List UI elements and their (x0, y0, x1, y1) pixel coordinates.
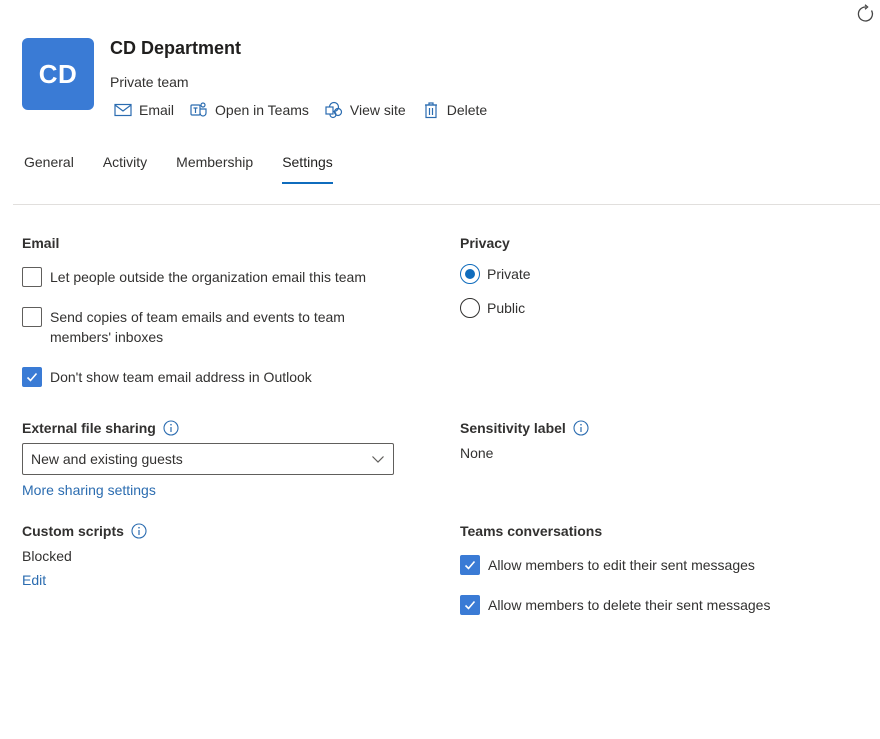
hide-email-checkbox-row[interactable]: Don't show team email address in Outlook (22, 367, 312, 387)
email-action-label: Email (139, 102, 175, 118)
allow-edit-label: Allow members to edit their sent message… (488, 557, 755, 573)
email-section-title: Email (22, 235, 60, 251)
external-sharing-value: New and existing guests (31, 451, 183, 467)
tab-settings[interactable]: Settings (282, 152, 333, 184)
private-radio[interactable] (460, 264, 480, 284)
email-action-button[interactable]: Email (114, 101, 174, 119)
checkmark-icon (464, 600, 476, 610)
hide-email-label: Don't show team email address in Outlook (50, 369, 312, 385)
tab-activity[interactable]: Activity (103, 152, 147, 184)
teams-conversations-section-label: Teams conversations (460, 523, 602, 539)
email-outside-checkbox-row[interactable]: Let people outside the organization emai… (22, 267, 366, 287)
custom-scripts-title: Custom scripts (22, 523, 124, 539)
external-sharing-section-label: External file sharing (22, 420, 179, 436)
delete-label: Delete (446, 102, 488, 118)
delete-button[interactable]: Delete (422, 101, 487, 119)
custom-scripts-value: Blocked (22, 548, 72, 564)
email-outside-checkbox[interactable] (22, 267, 42, 287)
mail-icon (114, 101, 132, 119)
external-sharing-title: External file sharing (22, 420, 156, 436)
tab-divider (13, 204, 880, 205)
checkmark-icon (464, 560, 476, 570)
email-outside-label: Let people outside the organization emai… (50, 269, 366, 285)
send-copies-checkbox[interactable] (22, 307, 42, 327)
allow-delete-checkbox[interactable] (460, 595, 480, 615)
private-radio-label: Private (487, 266, 531, 282)
public-radio[interactable] (460, 298, 480, 318)
send-copies-checkbox-row[interactable]: Send copies of team emails and events to… (22, 307, 382, 347)
tab-general[interactable]: General (24, 152, 74, 184)
open-in-teams-button[interactable]: Open in Teams (190, 101, 309, 119)
public-radio-label: Public (487, 300, 526, 316)
sensitivity-value: None (460, 445, 494, 461)
info-icon[interactable] (131, 523, 147, 539)
more-sharing-settings-link[interactable]: More sharing settings (22, 482, 156, 498)
teams-conversations-title: Teams conversations (460, 523, 603, 539)
custom-scripts-section-label: Custom scripts (22, 523, 147, 539)
tab-bar: General Activity Membership Settings (24, 152, 362, 184)
open-in-teams-label: Open in Teams (215, 102, 309, 118)
sharepoint-icon (325, 101, 343, 119)
allow-edit-checkbox[interactable] (460, 555, 480, 575)
send-copies-label: Send copies of team emails and events to… (50, 309, 345, 345)
hide-email-checkbox[interactable] (22, 367, 42, 387)
chevron-down-icon (372, 456, 384, 463)
tab-membership[interactable]: Membership (176, 152, 253, 184)
privacy-section-title: Privacy (460, 235, 510, 251)
allow-delete-label: Allow members to delete their sent messa… (488, 597, 771, 613)
allow-delete-checkbox-row[interactable]: Allow members to delete their sent messa… (460, 595, 770, 615)
privacy-section-label: Privacy (460, 235, 510, 251)
team-title: CD Department (110, 38, 242, 58)
allow-edit-checkbox-row[interactable]: Allow members to edit their sent message… (460, 555, 755, 575)
checkmark-icon (26, 372, 38, 382)
team-subtitle: Private team (110, 74, 189, 90)
info-icon[interactable] (163, 420, 179, 436)
sensitivity-section-label: Sensitivity label (460, 420, 589, 436)
view-site-label: View site (349, 102, 406, 118)
privacy-private-option[interactable]: Private (460, 264, 531, 284)
header-actions: Email Open in Teams View site Delete (114, 100, 503, 120)
trash-icon (422, 101, 440, 119)
info-icon[interactable] (573, 420, 589, 436)
team-avatar: CD (22, 38, 94, 110)
sensitivity-title: Sensitivity label (460, 420, 566, 436)
teams-icon (190, 101, 208, 119)
email-section-label: Email (22, 235, 59, 251)
view-site-button[interactable]: View site (325, 101, 406, 119)
privacy-public-option[interactable]: Public (460, 298, 525, 318)
refresh-icon[interactable] (856, 4, 876, 24)
custom-scripts-edit-link[interactable]: Edit (22, 572, 46, 588)
external-sharing-dropdown[interactable]: New and existing guests (22, 443, 394, 475)
